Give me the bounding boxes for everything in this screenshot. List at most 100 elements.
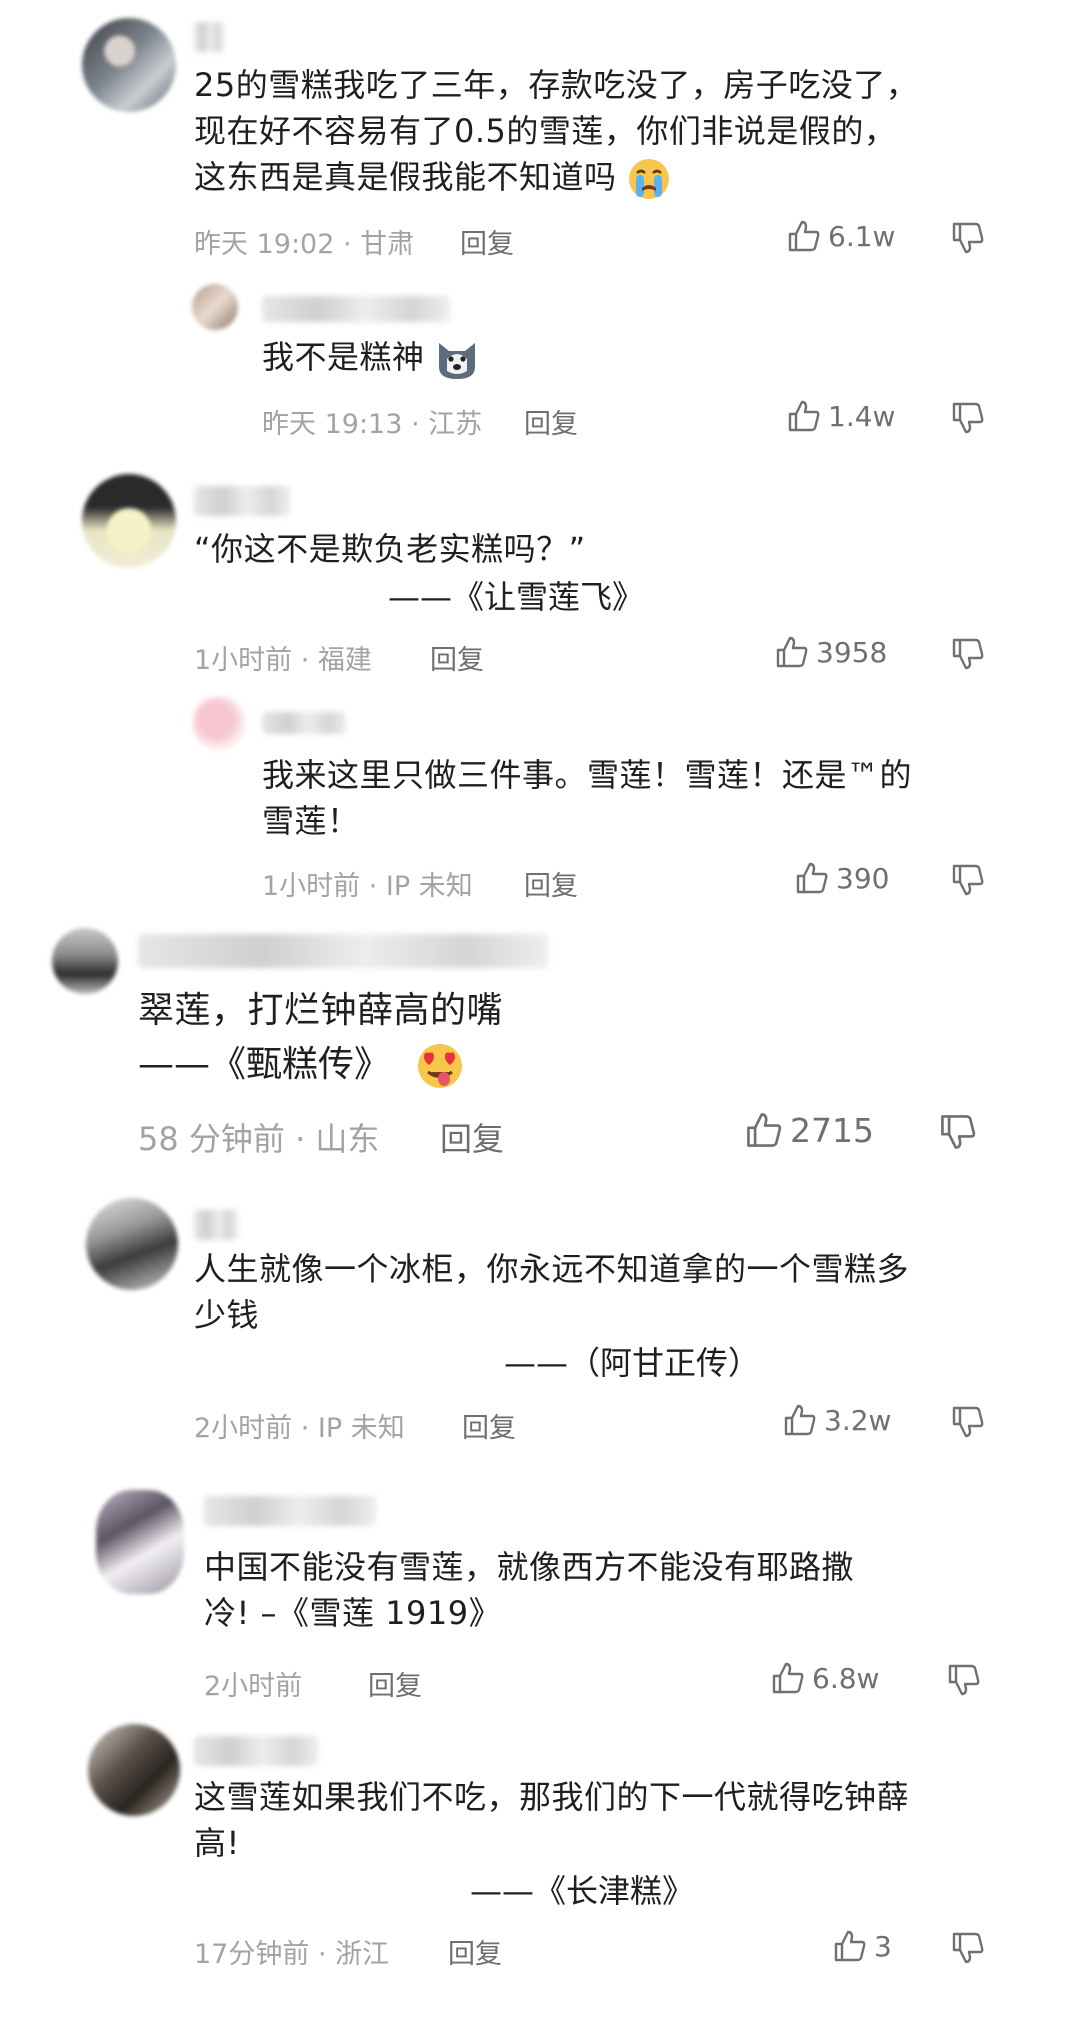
thumbs-down-outline-icon [952, 222, 984, 254]
thumbs-down-outline-icon [941, 1115, 976, 1149]
like-button[interactable]: 3.2w [782, 1402, 891, 1438]
thumbs-up-outline-icon [796, 862, 828, 894]
comment-text: “你这不是欺负老实糕吗？” [194, 526, 586, 572]
dislike-button[interactable] [938, 1112, 978, 1152]
reply-button[interactable]: 回复 [430, 638, 484, 677]
reply-button[interactable]: 回复 [368, 1664, 422, 1703]
comment-text-line: 人生就像一个冰柜，你永远不知道拿的一个雪糕多 [194, 1250, 910, 1288]
comment-text-line: 现在好不容易有了0.5的雪莲，你们非说是假的， [194, 112, 897, 150]
timestamp-location: 17分钟前 · 浙江 [194, 1939, 390, 1970]
comment-text: 这雪莲如果我们不吃，那我们的下一代就得吃钟薛 高! [194, 1774, 909, 1866]
comment-text-line: 25的雪糕我吃了三年，存款吃没了，房子吃没了， [194, 66, 919, 104]
avatar[interactable] [82, 474, 176, 568]
dislike-button[interactable] [950, 862, 986, 898]
thumbs-down-outline-icon [952, 1406, 984, 1438]
comment-text-line: 高! [194, 1824, 240, 1862]
husky-dog-face-icon [439, 343, 476, 379]
like-button[interactable]: 3958 [774, 634, 887, 670]
reply-button[interactable]: 回复 [448, 1932, 502, 1971]
heart-eyes-tongue-face-icon [418, 1044, 463, 1088]
comment-text-line: 这雪莲如果我们不吃，那我们的下一代就得吃钟薛 [194, 1778, 910, 1816]
reply-button[interactable]: 回复 [462, 1406, 516, 1445]
like-button[interactable]: 6.8w [770, 1660, 879, 1696]
thumbs-down-outline-icon [952, 638, 984, 670]
comment-text-line: 翠莲，打烂钟薛高的嘴 [138, 990, 504, 1031]
thumbs-down-outline-icon [952, 1932, 984, 1964]
timestamp-location: 2小时前 [204, 1671, 303, 1702]
quote-attribution: ——《长津糕》 [470, 1872, 695, 1910]
like-button[interactable]: 1.4w [786, 398, 895, 434]
comment-text: 我来这里只做三件事。雪莲！雪莲！还是™的 雪莲！ [262, 752, 912, 844]
avatar[interactable] [96, 1490, 184, 1594]
comment-text: 25的雪糕我吃了三年，存款吃没了，房子吃没了， 现在好不容易有了0.5的雪莲，你… [194, 62, 918, 201]
thumbs-up-outline-icon [834, 1930, 866, 1962]
thumbs-up-outline-icon [772, 1662, 804, 1694]
avatar[interactable] [88, 1724, 180, 1816]
comment-text-line: 这东西是真是假我能不知道吗 [194, 158, 617, 196]
dislike-button[interactable] [950, 220, 986, 256]
dislike-button[interactable] [950, 400, 986, 436]
dislike-button[interactable] [950, 1404, 986, 1440]
thumbs-down-outline-icon [952, 402, 984, 434]
timestamp-location: 昨天 19:13 · 江苏 [262, 409, 483, 440]
comment-text-line: 冷! –《雪莲 1919》 [204, 1594, 502, 1632]
thumbs-down-outline-icon [952, 864, 984, 896]
avatar[interactable] [52, 928, 118, 994]
comment-text: 我不是糕神 [262, 334, 479, 381]
quote-attribution: ——《让雪莲飞》 [388, 578, 645, 616]
username[interactable] [138, 934, 548, 968]
like-count: 1.4w [828, 399, 896, 433]
dislike-button[interactable] [950, 636, 986, 672]
thumbs-up-outline-icon [747, 1113, 782, 1147]
comment-text-line: “你这不是欺负老实糕吗？” [194, 530, 586, 568]
username[interactable] [262, 712, 346, 734]
reply-button[interactable]: 回复 [460, 222, 514, 261]
like-button[interactable]: 3 [832, 1928, 892, 1964]
thumbs-up-outline-icon [776, 636, 808, 668]
like-count: 6.8w [812, 1661, 880, 1695]
dislike-button[interactable] [946, 1662, 982, 1698]
avatar[interactable] [82, 18, 176, 112]
timestamp-location: 1小时前 · 福建 [194, 645, 372, 676]
like-count: 3958 [816, 635, 888, 669]
timestamp-location: 2小时前 · IP 未知 [194, 1413, 405, 1444]
username[interactable] [194, 1210, 238, 1240]
like-button[interactable]: 2715 [744, 1110, 874, 1150]
dislike-button[interactable] [950, 1930, 986, 1966]
avatar[interactable] [192, 696, 246, 750]
comment-text-line: 我不是糕神 [262, 338, 425, 376]
quote-attribution: ——（阿甘正传） [504, 1344, 761, 1382]
crying-face-icon [629, 159, 670, 199]
avatar[interactable] [86, 1198, 178, 1290]
comment-text-line: 中国不能没有雪莲，就像西方不能没有耶路撒 [204, 1548, 855, 1586]
username[interactable] [262, 296, 450, 322]
like-count: 3.2w [824, 1403, 892, 1437]
timestamp-location: 1小时前 · IP 未知 [262, 871, 473, 902]
username[interactable] [204, 1496, 376, 1526]
comment-text: 中国不能没有雪莲，就像西方不能没有耶路撒 冷! –《雪莲 1919》 [204, 1544, 854, 1636]
like-count: 3 [874, 1929, 892, 1963]
thumbs-up-outline-icon [784, 1404, 816, 1436]
avatar[interactable] [192, 284, 238, 330]
comment-text: 人生就像一个冰柜，你永远不知道拿的一个雪糕多 少钱 [194, 1246, 909, 1338]
like-button[interactable]: 390 [794, 860, 889, 896]
comment-text-line-wrap: 我不是糕神 [262, 334, 479, 381]
reply-button[interactable]: 回复 [440, 1114, 504, 1160]
thumbs-down-outline-icon [948, 1664, 980, 1696]
reply-button[interactable]: 回复 [524, 402, 578, 441]
reply-button[interactable]: 回复 [524, 864, 578, 903]
like-count: 390 [836, 861, 890, 895]
comment-text: 翠莲，打烂钟薛高的嘴 [138, 986, 503, 1036]
thumbs-up-outline-icon [788, 220, 820, 252]
username[interactable] [194, 486, 290, 516]
like-button[interactable]: 6.1w [786, 218, 895, 254]
like-count: 6.1w [828, 219, 896, 253]
quote-attribution-wrap: ——《甄糕传》 [138, 1040, 465, 1091]
quote-attribution: ——《甄糕传》 [138, 1044, 391, 1085]
username[interactable] [194, 1736, 318, 1766]
username[interactable] [194, 22, 224, 52]
timestamp-location: 58 分钟前 · 山东 [138, 1120, 380, 1158]
comment-text-line-wrap: 这东西是真是假我能不知道吗 [194, 154, 918, 201]
thumbs-up-outline-icon [788, 400, 820, 432]
timestamp-location: 昨天 19:02 · 甘肃 [194, 229, 415, 260]
